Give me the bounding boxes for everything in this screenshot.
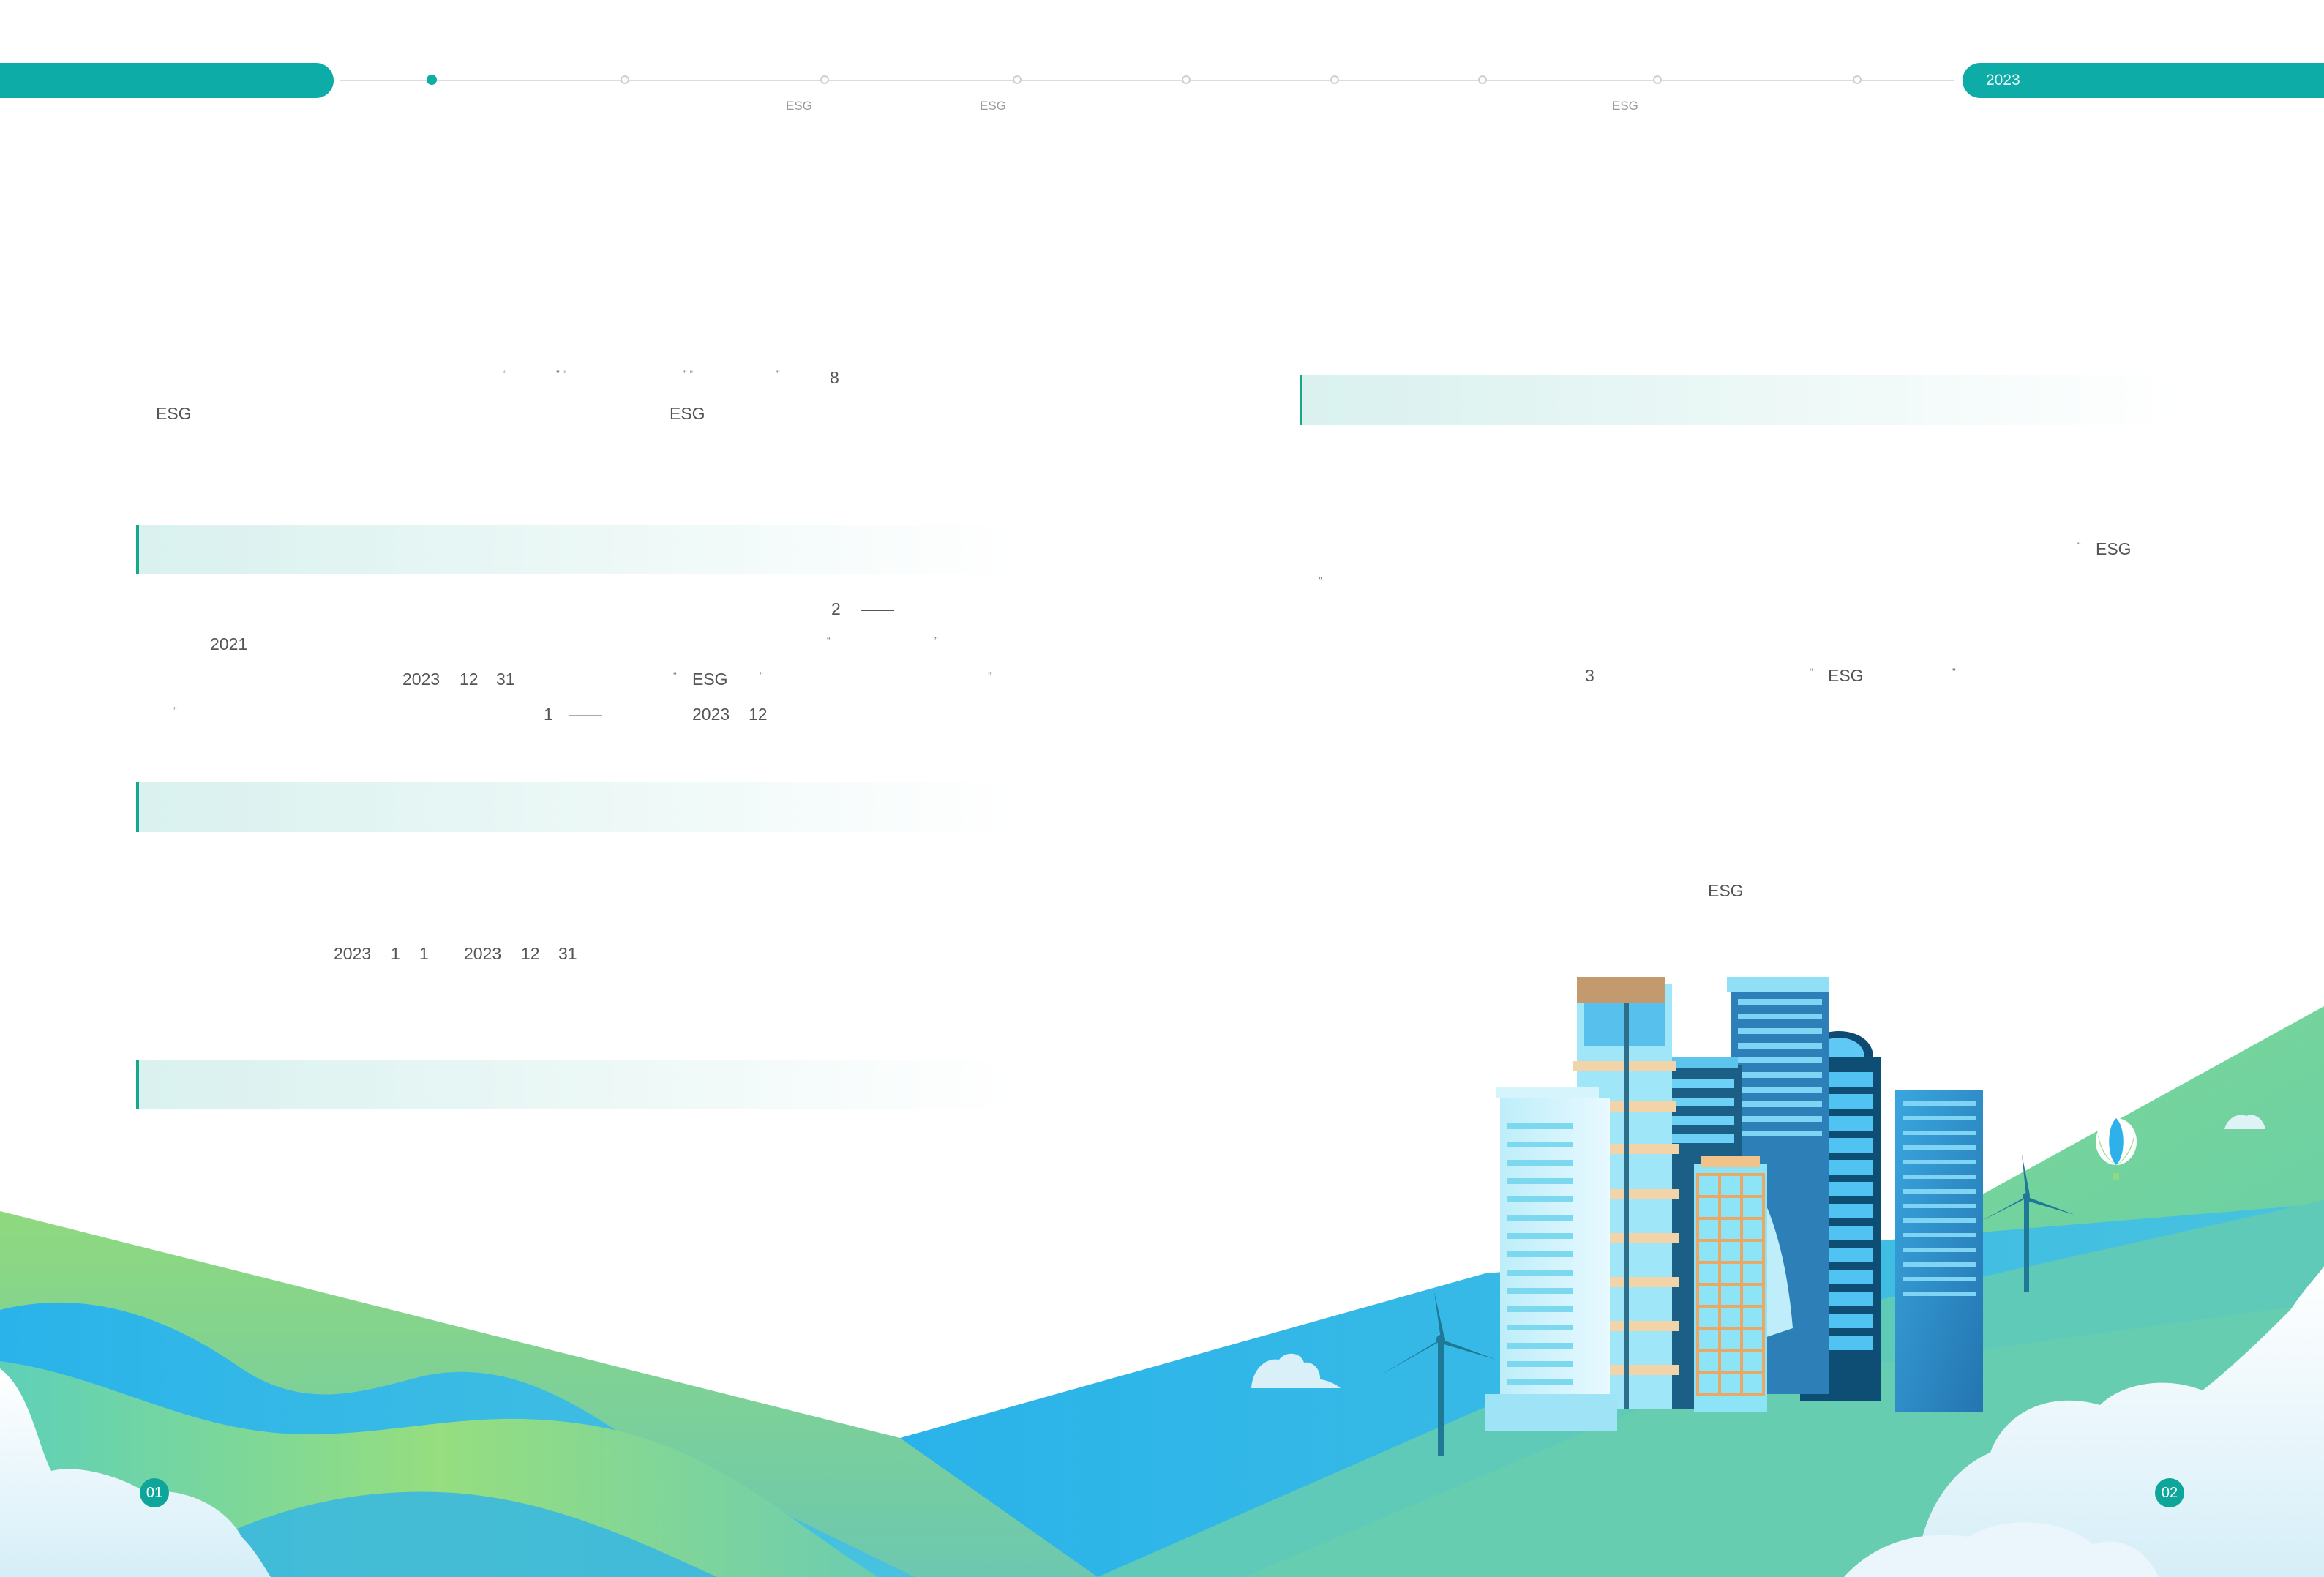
nav-timeline xyxy=(340,80,1954,81)
body-text: 12 xyxy=(749,705,768,724)
nav-dot[interactable] xyxy=(1182,75,1191,84)
body-text: 1 xyxy=(419,944,429,963)
nav-dot[interactable] xyxy=(621,75,629,84)
body-text: 12 xyxy=(460,670,479,689)
quote-mark: ” “ xyxy=(683,368,694,380)
body-text: ESG xyxy=(692,670,728,689)
quote-mark: ” xyxy=(760,670,763,681)
body-text: 31 xyxy=(558,944,577,963)
section-header-bar xyxy=(136,782,1014,832)
intro-text: 8 xyxy=(830,368,839,387)
nav-dot[interactable] xyxy=(1853,75,1862,84)
nav-dot[interactable] xyxy=(820,75,829,84)
quote-mark: “ xyxy=(503,368,507,380)
body-text: 2023 xyxy=(334,944,372,963)
quote-mark: ” xyxy=(934,634,938,646)
body-text: 2021 xyxy=(210,634,248,653)
nav-left-tab[interactable] xyxy=(0,63,334,98)
body-text: 12 xyxy=(521,944,540,963)
city-buildings-illustration xyxy=(1485,977,1983,1431)
section-header-bar xyxy=(136,525,1014,574)
body-text: ESG xyxy=(1828,666,1864,685)
body-text: 2023 xyxy=(464,944,502,963)
section-header-bar xyxy=(1300,375,2178,425)
body-text: 1 xyxy=(544,705,553,724)
nav-year-label: 2023 xyxy=(1986,72,2020,89)
body-text: —— xyxy=(569,705,602,724)
nav-dot[interactable] xyxy=(1013,75,1022,84)
nav-dot[interactable] xyxy=(1478,75,1487,84)
nav-dot[interactable] xyxy=(1330,75,1339,84)
quote-mark: ” xyxy=(173,705,177,716)
page-number-right: 02 xyxy=(2155,1478,2184,1507)
nav-label[interactable]: ESG xyxy=(1612,99,1638,113)
quote-mark: ” “ xyxy=(556,368,566,380)
quote-mark: “ xyxy=(827,634,831,646)
intro-text: ESG xyxy=(670,404,705,423)
body-text: 2 xyxy=(831,599,841,618)
body-text: ESG xyxy=(1708,881,1744,900)
nav-dot-active[interactable] xyxy=(427,75,437,85)
intro-text: ESG xyxy=(156,404,192,423)
quote-mark: “ xyxy=(1810,666,1813,678)
nav-label[interactable]: ESG xyxy=(786,99,812,113)
hot-air-balloon-icon xyxy=(2096,1118,2137,1180)
quote-mark: “ xyxy=(673,670,677,681)
nav-year-tab[interactable]: 2023 xyxy=(1963,63,2324,98)
body-text: 2023 xyxy=(692,705,730,724)
quote-mark: ” xyxy=(988,670,992,681)
body-text: 2023 xyxy=(402,670,441,689)
quote-mark: ” xyxy=(776,368,780,380)
body-text: —— xyxy=(861,599,894,618)
section-header-bar xyxy=(136,1060,1014,1109)
page-number-left: 01 xyxy=(140,1478,169,1507)
quote-mark: ” xyxy=(1952,666,1956,678)
nav-dot[interactable] xyxy=(1653,75,1662,84)
quote-mark: ” xyxy=(1319,574,1322,586)
quote-mark: “ xyxy=(2077,539,2081,551)
body-text: 31 xyxy=(496,670,515,689)
nav-label[interactable]: ESG xyxy=(980,99,1006,113)
body-text: 1 xyxy=(391,944,400,963)
body-text: ESG xyxy=(2096,539,2132,558)
body-text: 3 xyxy=(1585,666,1594,685)
